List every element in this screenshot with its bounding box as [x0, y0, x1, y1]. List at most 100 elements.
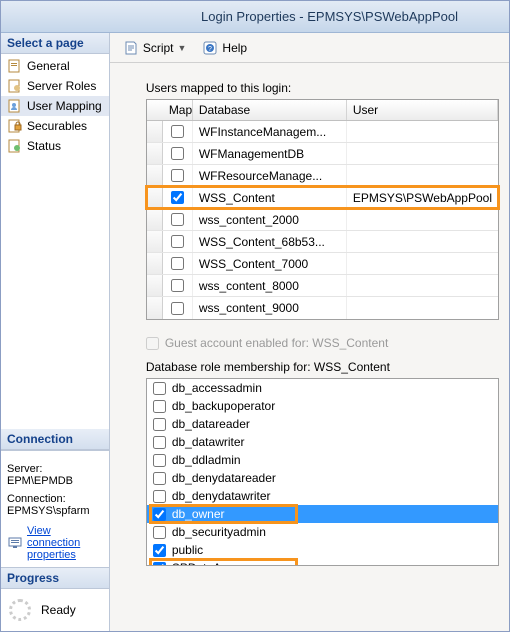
user-cell[interactable] — [347, 209, 498, 230]
map-checkbox[interactable] — [171, 125, 184, 138]
database-cell[interactable]: WFManagementDB — [193, 143, 347, 164]
mapping-row[interactable]: WSS_Content_68b53... — [147, 231, 498, 253]
mapping-grid[interactable]: Map Database User WFInstanceManagem...WF… — [146, 99, 499, 320]
map-cell[interactable] — [163, 165, 193, 186]
mapping-row[interactable]: WSS_Content_7000 — [147, 253, 498, 275]
mapping-grid-body: WFInstanceManagem...WFManagementDBWFReso… — [147, 121, 498, 319]
user-cell[interactable] — [347, 231, 498, 252]
role-checkbox[interactable] — [153, 490, 166, 503]
script-label: Script — [143, 41, 174, 55]
database-cell[interactable]: WSS_Content_7000 — [193, 253, 347, 274]
role-item[interactable]: db_backupoperator — [147, 397, 498, 415]
database-cell[interactable]: wss_content_9000 — [193, 297, 347, 319]
row-header[interactable] — [147, 187, 163, 208]
role-item[interactable]: SPDataAccess — [147, 559, 498, 566]
map-checkbox[interactable] — [171, 169, 184, 182]
role-item[interactable]: db_datareader — [147, 415, 498, 433]
row-header[interactable] — [147, 297, 163, 319]
database-cell[interactable]: WSS_Content — [193, 187, 347, 208]
map-cell[interactable] — [163, 253, 193, 274]
database-cell[interactable]: wss_content_2000 — [193, 209, 347, 230]
row-header[interactable] — [147, 253, 163, 274]
role-checkbox[interactable] — [153, 508, 166, 521]
row-header[interactable] — [147, 231, 163, 252]
role-checkbox[interactable] — [153, 382, 166, 395]
role-checkbox[interactable] — [153, 418, 166, 431]
page-item-status[interactable]: Status — [1, 136, 109, 156]
map-cell[interactable] — [163, 231, 193, 252]
content-area: Users mapped to this login: Map Database… — [110, 63, 509, 631]
row-header[interactable] — [147, 143, 163, 164]
map-checkbox[interactable] — [171, 235, 184, 248]
mapping-row[interactable]: WFResourceManage... — [147, 165, 498, 187]
role-checkbox[interactable] — [153, 544, 166, 557]
database-cell[interactable]: wss_content_8000 — [193, 275, 347, 296]
mapping-row[interactable]: WFInstanceManagem... — [147, 121, 498, 143]
page-icon — [7, 118, 23, 134]
row-header[interactable] — [147, 275, 163, 296]
database-cell[interactable]: WFInstanceManagem... — [193, 121, 347, 142]
map-cell[interactable] — [163, 209, 193, 230]
connection-value: EPMSYS\spfarm — [7, 505, 103, 517]
view-connection-row[interactable]: View connection properties — [7, 525, 103, 561]
role-checkbox[interactable] — [153, 436, 166, 449]
map-checkbox[interactable] — [171, 257, 184, 270]
map-cell[interactable] — [163, 143, 193, 164]
page-item-server-roles[interactable]: Server Roles — [1, 76, 109, 96]
map-cell[interactable] — [163, 187, 193, 208]
user-cell[interactable] — [347, 143, 498, 164]
role-item[interactable]: db_datawriter — [147, 433, 498, 451]
view-connection-link[interactable]: View connection properties — [27, 525, 103, 561]
database-cell[interactable]: WFResourceManage... — [193, 165, 347, 186]
role-item[interactable]: db_denydatareader — [147, 469, 498, 487]
map-cell[interactable] — [163, 121, 193, 142]
page-item-general[interactable]: General — [1, 56, 109, 76]
map-checkbox[interactable] — [171, 147, 184, 160]
role-item[interactable]: db_owner — [147, 505, 498, 523]
database-cell[interactable]: WSS_Content_68b53... — [193, 231, 347, 252]
role-item[interactable]: db_accessadmin — [147, 379, 498, 397]
col-user[interactable]: User — [347, 100, 498, 120]
map-cell[interactable] — [163, 275, 193, 296]
row-header[interactable] — [147, 209, 163, 230]
role-item[interactable]: db_ddladmin — [147, 451, 498, 469]
connection-section: Server: EPM\EPMDB Connection: EPMSYS\spf… — [1, 450, 109, 567]
row-header[interactable] — [147, 165, 163, 186]
user-cell[interactable] — [347, 121, 498, 142]
script-icon — [123, 40, 139, 56]
script-button[interactable]: Script ▼ — [116, 37, 194, 59]
mapping-row[interactable]: WFManagementDB — [147, 143, 498, 165]
col-map[interactable]: Map — [163, 100, 193, 120]
help-button[interactable]: ? Help — [195, 37, 254, 59]
role-name: db_denydatareader — [172, 471, 276, 485]
role-item[interactable]: db_securityadmin — [147, 523, 498, 541]
user-cell[interactable] — [347, 165, 498, 186]
map-checkbox[interactable] — [171, 213, 184, 226]
user-cell[interactable]: EPMSYS\PSWebAppPool — [347, 187, 498, 208]
page-item-securables[interactable]: Securables — [1, 116, 109, 136]
user-cell[interactable] — [347, 253, 498, 274]
page-item-user-mapping[interactable]: User Mapping — [1, 96, 109, 116]
page-icon — [7, 78, 23, 94]
role-item[interactable]: public — [147, 541, 498, 559]
role-checkbox[interactable] — [153, 400, 166, 413]
map-checkbox[interactable] — [171, 191, 184, 204]
role-checkbox[interactable] — [153, 472, 166, 485]
mapping-row[interactable]: wss_content_9000 — [147, 297, 498, 319]
map-checkbox[interactable] — [171, 279, 184, 292]
role-checkbox[interactable] — [153, 526, 166, 539]
col-database[interactable]: Database — [193, 100, 347, 120]
user-cell[interactable] — [347, 297, 498, 319]
mapping-row[interactable]: wss_content_2000 — [147, 209, 498, 231]
user-cell[interactable] — [347, 275, 498, 296]
row-header[interactable] — [147, 121, 163, 142]
mapping-row[interactable]: wss_content_8000 — [147, 275, 498, 297]
role-item[interactable]: db_denydatawriter — [147, 487, 498, 505]
mapping-row[interactable]: WSS_ContentEPMSYS\PSWebAppPool — [147, 187, 498, 209]
role-checkbox[interactable] — [153, 562, 166, 567]
role-name: public — [172, 543, 203, 557]
role-list[interactable]: db_accessadmindb_backupoperatordb_datare… — [146, 378, 499, 566]
map-cell[interactable] — [163, 297, 193, 319]
role-checkbox[interactable] — [153, 454, 166, 467]
map-checkbox[interactable] — [171, 302, 184, 315]
